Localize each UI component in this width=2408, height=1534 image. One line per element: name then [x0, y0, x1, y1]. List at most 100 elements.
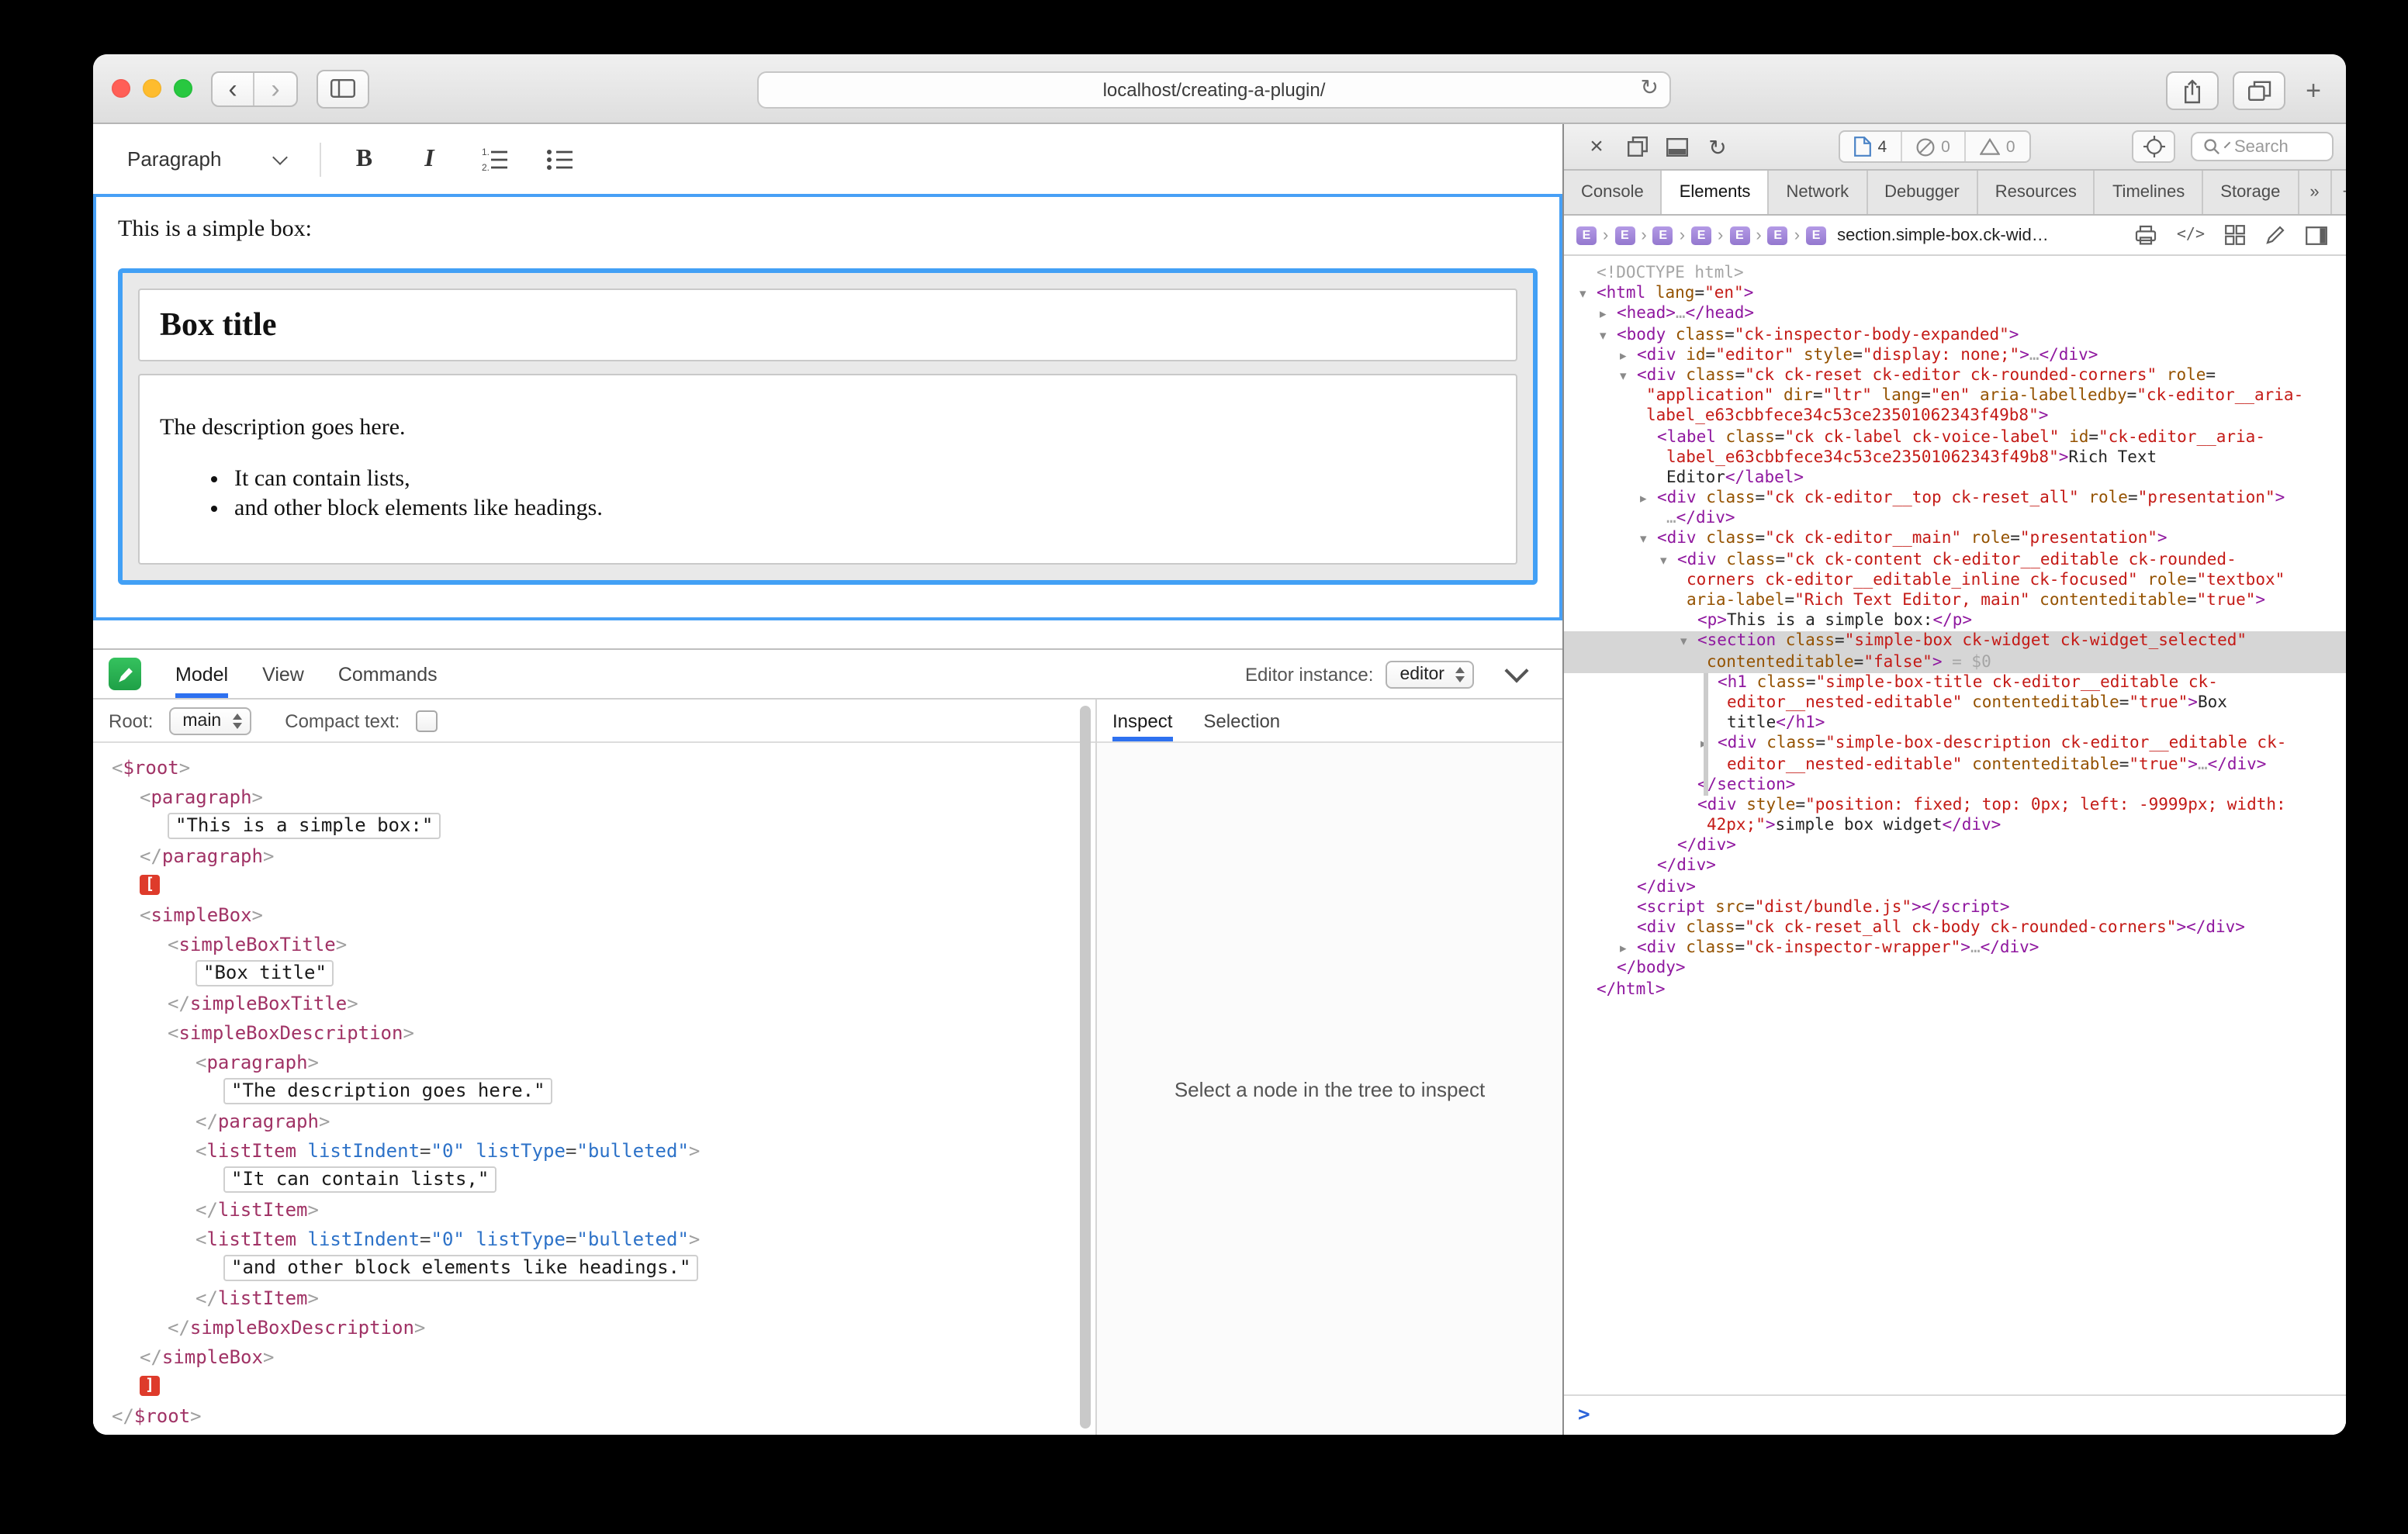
new-tab-button[interactable]: +	[2299, 75, 2327, 106]
inspector-tab-model[interactable]: Model	[175, 650, 228, 698]
simple-box-list-item[interactable]: It can contain lists,	[234, 467, 1496, 493]
inspector-tab-view[interactable]: View	[262, 650, 304, 698]
simple-box-list-item[interactable]: and other block elements like headings.	[234, 496, 1496, 523]
dom-tree-line[interactable]: 42px;">simple box widget</div>	[1564, 816, 2346, 836]
dom-tree-line[interactable]: ▸<div id="editor" style="display: none;"…	[1564, 346, 2346, 366]
model-tree-line[interactable]: <simpleBox>	[93, 900, 1095, 929]
edit-icon[interactable]	[2265, 225, 2285, 245]
tree-scrollbar[interactable]	[1080, 706, 1091, 1429]
issues-count-button[interactable]: 0	[1901, 132, 1964, 161]
disclosure-open-icon[interactable]: ▾	[1579, 285, 1597, 306]
resource-count-button[interactable]: 4	[1840, 132, 1901, 161]
element-picker-button[interactable]	[2132, 130, 2175, 163]
element-badge-icon[interactable]: E	[1768, 226, 1788, 244]
model-tree-line[interactable]: <$root>	[93, 752, 1095, 782]
dom-tree-line[interactable]: editor__nested-editable" contenteditable…	[1564, 693, 2346, 713]
element-badge-icon[interactable]: E	[1729, 226, 1749, 244]
dom-tree-line[interactable]: ▾<body class="ck-inspector-body-expanded…	[1564, 325, 2346, 345]
box-title-heading[interactable]: Box title	[160, 306, 1496, 344]
model-tree-line[interactable]: </paragraph>	[93, 841, 1095, 870]
minimize-window-button[interactable]	[143, 79, 161, 98]
dom-tree-line[interactable]: contenteditable="false"> = $0	[1564, 652, 2346, 672]
simple-box-widget[interactable]: Box title The description goes here. It …	[118, 268, 1538, 585]
dom-tree-line[interactable]: </html>	[1564, 979, 2346, 1000]
element-badge-icon[interactable]: E	[1806, 226, 1826, 244]
dom-tree-line[interactable]: Editor</label>	[1564, 468, 2346, 489]
dom-tree-line[interactable]: label_e63cbbfece34c53ce23501062343f49b8"…	[1564, 447, 2346, 468]
simple-box-list[interactable]: It can contain lists, and other block ele…	[160, 467, 1496, 523]
dom-tree-line[interactable]: <p>This is a simple box:</p>	[1564, 611, 2346, 631]
model-tree-line[interactable]: <simpleBoxTitle>	[93, 929, 1095, 959]
inspector-tab-commands[interactable]: Commands	[338, 650, 438, 698]
close-window-button[interactable]	[112, 79, 130, 98]
back-button[interactable]: ‹	[213, 72, 254, 105]
model-tree-line[interactable]: "It can contain lists,"	[93, 1165, 1095, 1194]
reload-page-button[interactable]: ↻	[1697, 130, 1738, 164]
inspector-side-tab-inspect[interactable]: Inspect	[1112, 700, 1172, 741]
zoom-window-button[interactable]	[174, 79, 192, 98]
disclosure-closed-icon[interactable]: ▸	[1620, 940, 1637, 960]
dom-tree-line[interactable]: ▾<div class="ck ck-editor__main" role="p…	[1564, 530, 2346, 550]
dom-tree-line[interactable]: <script src="dist/bundle.js"></script>	[1564, 898, 2346, 918]
details-sidebar-icon[interactable]	[2306, 226, 2327, 244]
tab-overflow-icon[interactable]: »	[2299, 171, 2331, 214]
italic-button[interactable]: I	[407, 137, 451, 181]
model-tree-line[interactable]: <paragraph>	[93, 782, 1095, 811]
model-tree-line[interactable]: </listItem>	[93, 1283, 1095, 1312]
model-tree-line[interactable]: </paragraph>	[93, 1106, 1095, 1135]
editor-paragraph[interactable]: This is a simple box:	[118, 217, 1538, 244]
model-tree-line[interactable]: <simpleBoxDescription>	[93, 1017, 1095, 1047]
collapse-inspector-icon[interactable]	[1504, 658, 1528, 682]
model-tree-line[interactable]: [	[93, 870, 1095, 900]
dom-tree-line[interactable]: <div class="ck ck-reset_all ck-body ck-r…	[1564, 918, 2346, 938]
dom-tree-line[interactable]: ▾<div class="ck ck-content ck-editor__ed…	[1564, 550, 2346, 570]
model-tree-line[interactable]: <paragraph>	[93, 1047, 1095, 1076]
devtools-tab-timelines[interactable]: Timelines	[2095, 171, 2203, 214]
model-tree-line[interactable]: </listItem>	[93, 1194, 1095, 1224]
address-bar[interactable]: localhost/creating-a-plugin/ ↻	[757, 71, 1671, 109]
share-button[interactable]	[2166, 71, 2219, 110]
undock-button[interactable]	[1617, 130, 1657, 164]
sidebar-toggle-button[interactable]	[317, 69, 369, 108]
add-tab-button[interactable]: +	[2332, 171, 2346, 214]
simple-box-description-editable[interactable]: The description goes here. It can contai…	[138, 374, 1517, 565]
rich-text-editable[interactable]: This is a simple box: Box title The desc…	[93, 194, 1562, 620]
dom-tree-line[interactable]: …</div>	[1564, 510, 2346, 530]
element-badge-icon[interactable]: E	[1576, 226, 1597, 244]
model-tree-line[interactable]: </simpleBox>	[93, 1342, 1095, 1371]
dom-tree-line[interactable]: </body>	[1564, 959, 2346, 979]
simple-box-title-editable[interactable]: Box title	[138, 288, 1517, 361]
element-badge-icon[interactable]: E	[1653, 226, 1673, 244]
dom-tree-line[interactable]: <div style="position: fixed; top: 0px; l…	[1564, 796, 2346, 816]
numbered-list-button[interactable]: 1. 2.	[472, 137, 516, 181]
disclosure-closed-icon[interactable]: ▸	[1600, 306, 1617, 326]
reload-icon[interactable]: ↻	[1641, 74, 1659, 101]
bold-button[interactable]: B	[342, 137, 386, 181]
dom-tree-line[interactable]: </div>	[1564, 857, 2346, 877]
print-styles-icon[interactable]	[2135, 225, 2157, 245]
dom-tree-line[interactable]: ▾<html lang="en">	[1564, 284, 2346, 304]
devtools-tab-console[interactable]: Console	[1564, 171, 1662, 214]
dom-tree-line[interactable]: aria-label="Rich Text Editor, main" cont…	[1564, 591, 2346, 611]
warnings-count-button[interactable]: 0	[1964, 132, 2029, 161]
inspector-side-tab-selection[interactable]: Selection	[1203, 700, 1280, 741]
dom-tree-line[interactable]: <!DOCTYPE html>	[1564, 264, 2346, 284]
devtools-tab-storage[interactable]: Storage	[2203, 171, 2299, 214]
dom-tree-line[interactable]: ▸<head>…</head>	[1564, 305, 2346, 325]
devtools-tab-network[interactable]: Network	[1769, 171, 1867, 214]
dom-tree-line[interactable]: </div>	[1564, 877, 2346, 897]
breadcrumb-selected-node[interactable]: section.simple-box.ck-wid…	[1837, 226, 2049, 244]
bulleted-list-button[interactable]	[538, 137, 581, 181]
devtools-tab-debugger[interactable]: Debugger	[1867, 171, 1978, 214]
dom-tree-line[interactable]: </section>	[1564, 775, 2346, 795]
console-prompt-row[interactable]: >	[1564, 1394, 2346, 1435]
show-source-icon[interactable]: </>	[2177, 226, 2205, 244]
editor-instance-select[interactable]: editor	[1386, 660, 1474, 688]
dom-tree-line[interactable]: "application" dir="ltr" lang="en" aria-l…	[1564, 386, 2346, 406]
dom-tree-line[interactable]: ▸<div class="ck-inspector-wrapper">…</di…	[1564, 938, 2346, 959]
element-badge-icon[interactable]: E	[1614, 226, 1635, 244]
dom-tree-line[interactable]: ▸<div class="ck ck-editor__top ck-reset_…	[1564, 489, 2346, 509]
dom-tree-line[interactable]: label_e63cbbfece34c53ce23501062343f49b8"…	[1564, 407, 2346, 427]
disclosure-open-icon[interactable]: ▾	[1640, 531, 1657, 551]
dom-tree-line[interactable]: ▾<section class="simple-box ck-widget ck…	[1564, 632, 2346, 652]
